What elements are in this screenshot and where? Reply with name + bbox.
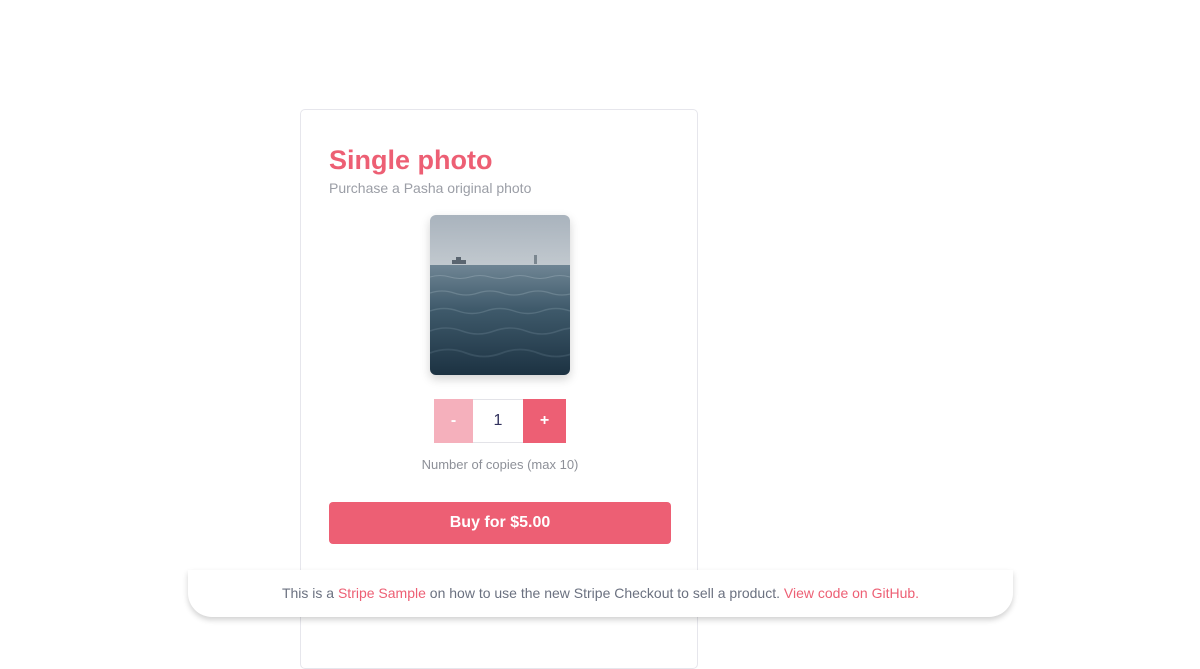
product-photo [430,215,570,375]
buy-button[interactable]: Buy for $5.00 [329,502,671,544]
quantity-stepper: - + [434,399,566,443]
increment-button[interactable]: + [523,399,566,443]
quantity-input[interactable] [473,399,523,443]
banner-text-middle: on how to use the new Stripe Checkout to… [425,585,784,601]
stripe-sample-link[interactable]: Stripe Sample [338,585,426,601]
github-link[interactable]: View code on GitHub. [784,585,919,601]
decrement-button[interactable]: - [434,399,473,443]
product-subtitle: Purchase a Pasha original photo [329,180,532,196]
quantity-hint: Number of copies (max 10) [421,457,579,472]
product-title: Single photo [329,145,493,175]
banner-text-prefix: This is a [281,585,338,601]
sample-banner: This is a Stripe Sample on how to use th… [188,570,1013,617]
